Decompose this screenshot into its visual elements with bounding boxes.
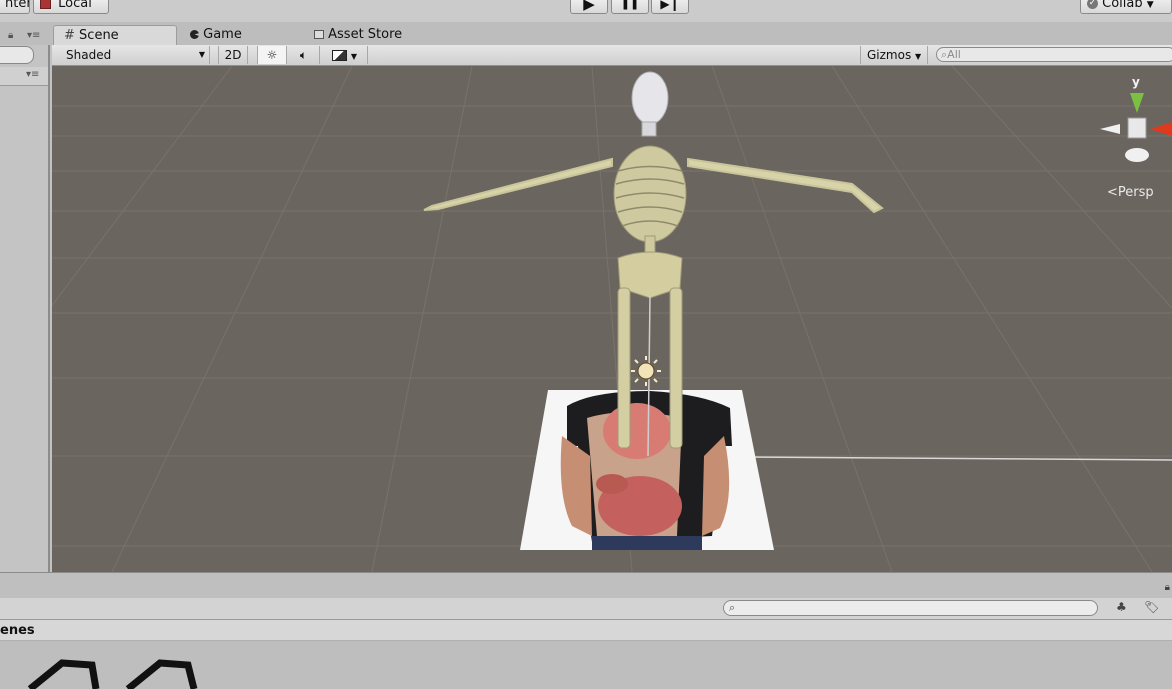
pivot-rotation-toggle[interactable]: Local <box>33 0 109 14</box>
sun-icon: ☼ <box>266 48 278 62</box>
step-icon: ▶❙ <box>660 0 680 11</box>
image-icon <box>332 50 347 61</box>
pacman-icon <box>190 30 199 39</box>
scene-canvas <box>52 66 1172 572</box>
dropdown-arrow-icon: ▼ <box>1146 0 1154 10</box>
skull <box>631 71 669 125</box>
x-axis-line <box>741 456 1172 461</box>
pivot-center-toggle[interactable]: nter <box>0 0 30 14</box>
pause-icon: ❚❚ <box>620 0 640 10</box>
search-icon: ⌕ <box>729 601 736 614</box>
torso-anatomy-image <box>560 391 732 550</box>
local-label: Local <box>58 0 92 11</box>
persp-arrow-icon: < <box>1107 185 1118 200</box>
center-label: nter <box>5 0 30 11</box>
filter-label-icon[interactable]: 🏷︎ <box>1144 600 1159 614</box>
draw-mode-dropdown[interactable]: Shaded ▼ <box>58 46 210 64</box>
play-icon: ▶ <box>583 0 595 13</box>
projection-label: Persp <box>1117 185 1154 200</box>
scene-search-input[interactable]: ⌕All <box>936 47 1172 62</box>
tab-game[interactable]: Game <box>190 25 242 45</box>
scene-asset-icons[interactable] <box>0 641 300 689</box>
scene-viewport[interactable]: y <Persp <box>52 66 1172 572</box>
pause-button[interactable]: ❚❚ <box>611 0 649 14</box>
rib-cage <box>613 145 687 243</box>
window-tab-row: 🔒︎ ▾≡ # Scene Game Asset Store <box>0 22 1172 45</box>
axis-y-label: y <box>1132 75 1140 89</box>
speaker-icon: 🔈︎ <box>299 48 308 62</box>
cube-icon <box>40 0 51 9</box>
scenes-folder-label[interactable]: enes <box>0 623 35 638</box>
effects-toggle[interactable]: ▼ <box>322 46 368 64</box>
asset-grid <box>0 641 1172 689</box>
unity-scene-icon <box>27 659 100 689</box>
audio-toggle[interactable]: 🔈︎ <box>288 46 320 64</box>
grid-icon: # <box>64 28 75 43</box>
dropdown-arrow-icon: ▼ <box>198 50 205 59</box>
unity-scene-icon <box>125 659 198 689</box>
gizmos-label: Gizmos <box>867 48 912 62</box>
tab-game-label: Game <box>203 27 242 42</box>
step-button[interactable]: ▶❙ <box>651 0 689 14</box>
hierarchy-menu-icon[interactable]: ▾≡ <box>26 69 39 80</box>
tab-asset-store-label: Asset Store <box>328 27 403 42</box>
filter-type-icon[interactable]: ♣ <box>1116 600 1127 614</box>
tab-scene-label: Scene <box>79 28 119 43</box>
hierarchy-search-input[interactable] <box>0 46 34 64</box>
projection-toggle[interactable]: <Persp <box>1107 185 1154 200</box>
lock-icon[interactable]: 🔒︎ <box>1165 582 1170 593</box>
lock-icon[interactable]: 🔒︎ <box>8 30 13 41</box>
collab-label: Collab <box>1102 0 1143 11</box>
draw-mode-label: Shaded <box>66 48 112 62</box>
dropdown-arrow-icon: ▼ <box>350 52 357 61</box>
search-placeholder: All <box>947 48 961 61</box>
tab-asset-store[interactable]: Asset Store <box>314 25 402 45</box>
lighting-toggle[interactable]: ☼ <box>257 46 287 64</box>
scene-view-toolbar: Shaded ▼ 2D ☼ 🔈︎ ▼ Gizmos ▼ ⌕All <box>52 45 1172 66</box>
dropdown-arrow-icon: ▼ <box>915 52 922 61</box>
panel-menu-icon[interactable]: ▾≡ <box>27 30 40 41</box>
hierarchy-header: ▾≡ <box>0 67 48 86</box>
toggle-2d-button[interactable]: 2D <box>218 46 248 64</box>
orientation-gizmo <box>1100 93 1172 162</box>
project-search-input[interactable]: ⌕ <box>723 600 1098 616</box>
tab-scene[interactable]: # Scene <box>53 25 177 45</box>
store-icon <box>314 30 324 39</box>
hierarchy-panel-edge: ▾≡ <box>0 45 50 572</box>
collab-button[interactable]: ✓ Collab ▼ <box>1080 0 1172 14</box>
toggle-2d-label: 2D <box>224 48 242 62</box>
check-icon: ✓ <box>1087 0 1098 9</box>
main-toolbar: nter Local ▶ ❚❚ ▶❙ ✓ Collab ▼ <box>0 0 1172 22</box>
project-toolbar: ⌕ ♣ 🏷︎ <box>0 598 1172 620</box>
light-gizmo <box>631 356 661 386</box>
bottom-panel-tabbar: 🔒︎ <box>0 572 1172 598</box>
project-breadcrumb: enes <box>0 620 1172 641</box>
gizmos-dropdown[interactable]: Gizmos ▼ <box>860 46 928 64</box>
play-button[interactable]: ▶ <box>570 0 608 14</box>
